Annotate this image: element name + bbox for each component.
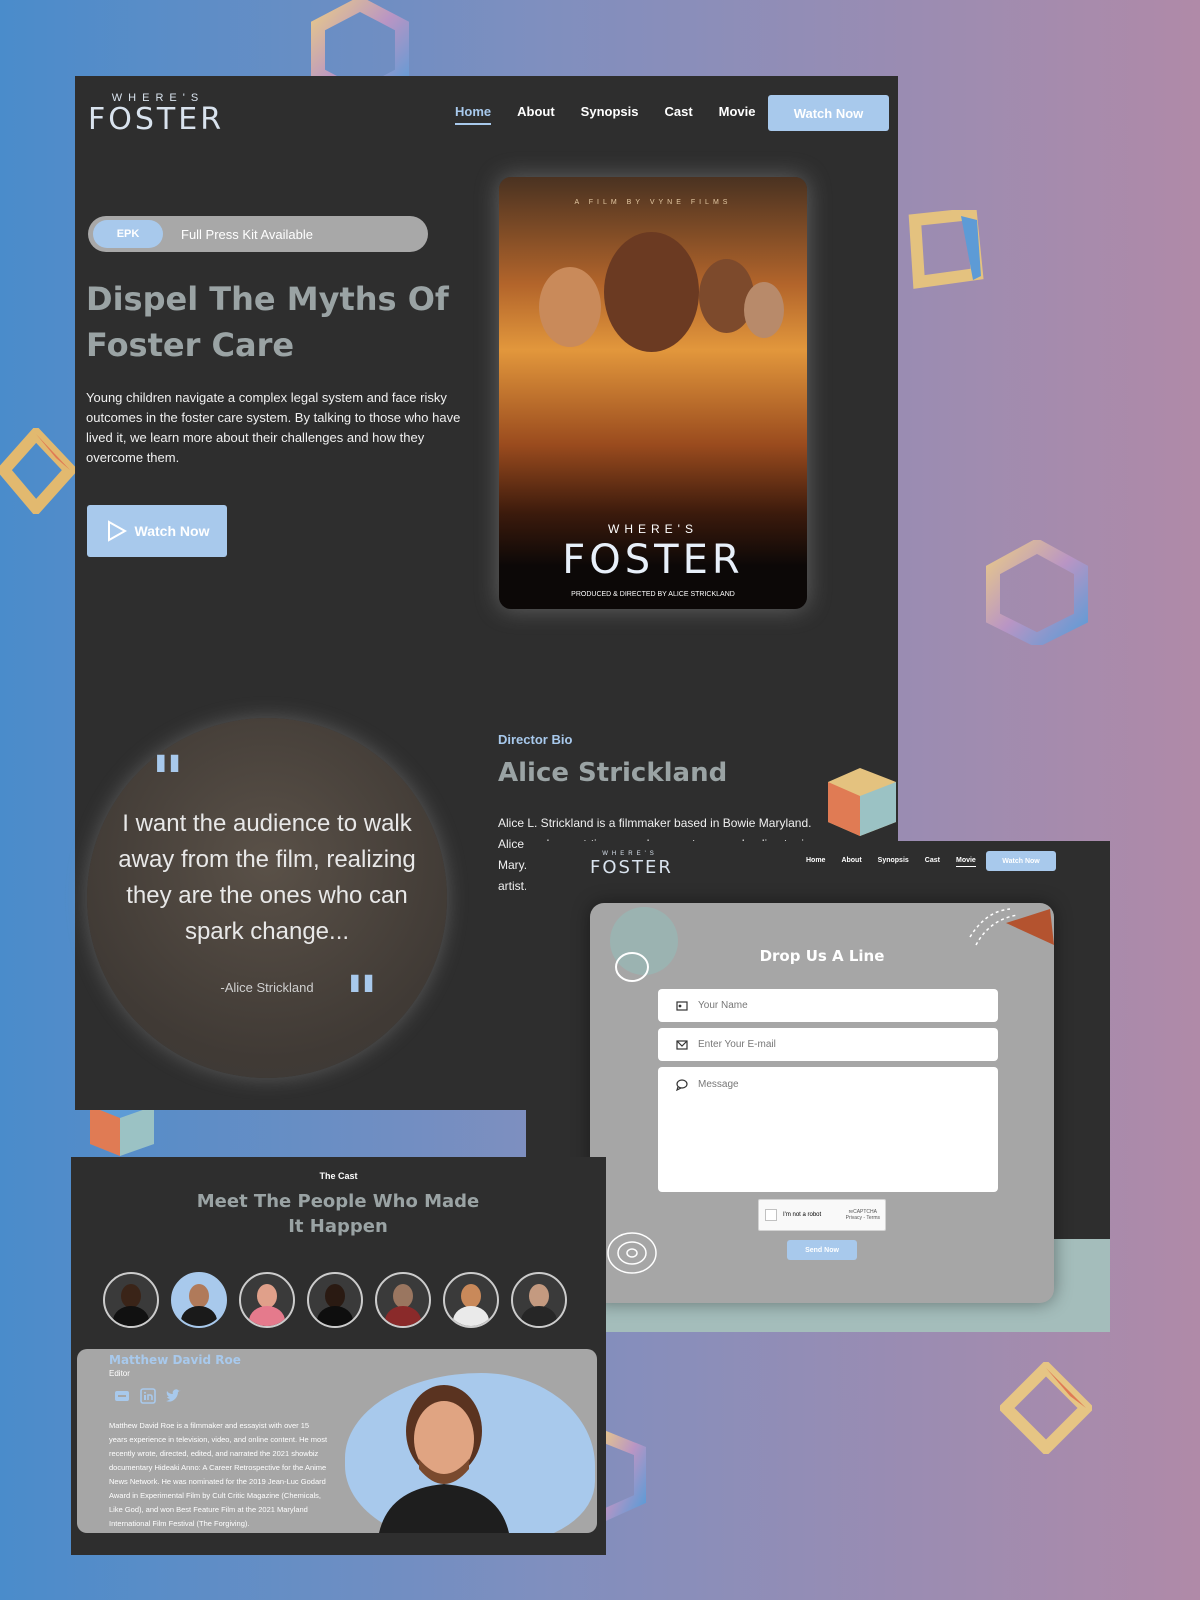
contact-site-logo[interactable]: WHERE'S FOSTER bbox=[590, 851, 673, 878]
contact-page-panel: WHERE'S FOSTER Home About Synopsis Cast … bbox=[526, 841, 1110, 1332]
cast-detail-card: Matthew David Roe Editor Matthew David R… bbox=[77, 1349, 597, 1533]
contact-nav-cast[interactable]: Cast bbox=[925, 857, 940, 867]
chat-bubble-icon bbox=[676, 1079, 688, 1091]
cast-avatar[interactable] bbox=[103, 1272, 159, 1328]
id-card-icon bbox=[676, 1000, 688, 1011]
cast-tag: The Cast bbox=[319, 1171, 358, 1181]
poster-credit: A FILM BY VYNE FILMS bbox=[574, 199, 732, 206]
hero-description: Young children navigate a complex legal … bbox=[86, 390, 461, 465]
name-placeholder: Your Name bbox=[698, 1000, 748, 1011]
cast-avatar[interactable] bbox=[239, 1272, 295, 1328]
contact-nav-about[interactable]: About bbox=[841, 857, 861, 867]
cast-member-bio: Matthew David Roe is a filmmaker and ess… bbox=[109, 1421, 328, 1528]
movie-poster: A FILM BY VYNE FILMS WHERE'S FOSTER PROD… bbox=[499, 177, 807, 609]
recaptcha-widget[interactable]: I'm not a robot reCAPTCHA Privacy - Term… bbox=[758, 1199, 886, 1231]
poster-face-center bbox=[604, 232, 699, 352]
epk-badge: EPK bbox=[93, 220, 163, 248]
director-bio-tag: Director Bio bbox=[498, 732, 573, 747]
contact-watch-now-button[interactable]: Watch Now bbox=[986, 851, 1056, 871]
close-quote-icon: " bbox=[345, 962, 379, 1037]
cube-deco-main bbox=[828, 768, 896, 836]
nav-watch-now-button[interactable]: Watch Now bbox=[768, 95, 889, 131]
quote-text: I want the audience to walk away from th… bbox=[118, 810, 416, 945]
poster-producer: PRODUCED & DIRECTED BY ALICE STRICKLAND bbox=[571, 591, 735, 598]
director-name: Alice Strickland bbox=[498, 758, 728, 788]
poster-face-left bbox=[539, 267, 601, 347]
contact-nav: Home About Synopsis Cast Movie bbox=[806, 857, 976, 867]
envelope-icon bbox=[676, 1039, 688, 1050]
blob-deco-top-left bbox=[610, 907, 678, 982]
cast-avatar[interactable] bbox=[375, 1272, 431, 1328]
main-nav: Home About Synopsis Cast Movie bbox=[455, 104, 756, 125]
cast-member-name: Matthew David Roe bbox=[109, 1353, 241, 1367]
contact-logo-big: FOSTER bbox=[590, 857, 673, 878]
cast-avatar-list bbox=[103, 1272, 567, 1328]
cast-page-panel: The Cast Meet The People Who Made It Hap… bbox=[71, 1157, 606, 1555]
hexagon-deco-right bbox=[986, 540, 1088, 645]
nav-home[interactable]: Home bbox=[455, 104, 492, 125]
send-now-button[interactable]: Send Now bbox=[787, 1240, 857, 1260]
hero-watch-label: Watch Now bbox=[134, 523, 210, 539]
square-deco-right bbox=[908, 210, 984, 289]
recaptcha-links[interactable]: Privacy - Terms bbox=[846, 1215, 880, 1221]
hexagon-deco-bottom bbox=[600, 1428, 646, 1524]
poster-title-big: FOSTER bbox=[562, 537, 744, 583]
director-quote: " I want the audience to walk away from … bbox=[87, 718, 447, 1078]
website-icon[interactable] bbox=[113, 1387, 131, 1405]
form-title: Drop Us A Line bbox=[759, 947, 885, 965]
hero-watch-now-button[interactable]: Watch Now bbox=[87, 505, 227, 557]
cast-avatar[interactable] bbox=[443, 1272, 499, 1328]
contact-nav-synopsis[interactable]: Synopsis bbox=[878, 857, 909, 867]
contact-nav-home[interactable]: Home bbox=[806, 857, 825, 867]
epk-banner[interactable]: EPK Full Press Kit Available bbox=[88, 216, 428, 252]
quote-author: -Alice Strickland bbox=[220, 980, 314, 995]
email-placeholder: Enter Your E-mail bbox=[698, 1039, 776, 1050]
poster-title-small: WHERE'S bbox=[608, 522, 698, 536]
play-icon bbox=[107, 520, 127, 542]
recaptcha-logo: reCAPTCHA Privacy - Terms bbox=[846, 1209, 880, 1221]
logo-big-text: FOSTER bbox=[88, 102, 225, 137]
contact-nav-movie[interactable]: Movie bbox=[955, 857, 976, 867]
nav-cast[interactable]: Cast bbox=[664, 104, 692, 125]
swirl-deco-bottom-left bbox=[607, 1232, 657, 1274]
cast-avatar[interactable] bbox=[307, 1272, 363, 1328]
contact-form-card: Drop Us A Line Your Name Enter Your E-ma… bbox=[590, 903, 1054, 1303]
linkedin-icon[interactable] bbox=[139, 1387, 157, 1405]
site-logo[interactable]: WHERE'S FOSTER bbox=[88, 92, 228, 137]
email-field[interactable]: Enter Your E-mail bbox=[658, 1028, 998, 1061]
message-field[interactable]: Message bbox=[658, 1067, 998, 1192]
cast-title: Meet The People Who Made It Happen bbox=[196, 1191, 480, 1237]
diamond-deco-left bbox=[0, 428, 76, 514]
square-deco-bottom-right bbox=[1000, 1362, 1092, 1454]
recaptcha-label: I'm not a robot bbox=[783, 1212, 822, 1218]
poster-face-far-right bbox=[744, 282, 784, 338]
epk-text: Full Press Kit Available bbox=[181, 226, 313, 242]
cast-avatar[interactable] bbox=[511, 1272, 567, 1328]
social-links bbox=[113, 1387, 183, 1405]
nav-movie[interactable]: Movie bbox=[719, 104, 756, 125]
nav-about[interactable]: About bbox=[517, 104, 555, 125]
twitter-icon[interactable] bbox=[165, 1387, 183, 1405]
cast-avatar-selected[interactable] bbox=[171, 1272, 227, 1328]
name-field[interactable]: Your Name bbox=[658, 989, 998, 1022]
hero-title: Dispel The Myths Of Foster Care bbox=[86, 280, 449, 364]
cast-member-portrait bbox=[379, 1385, 509, 1533]
cast-member-role: Editor bbox=[109, 1369, 130, 1378]
recaptcha-checkbox[interactable] bbox=[765, 1209, 777, 1221]
message-placeholder: Message bbox=[698, 1079, 739, 1090]
nav-synopsis[interactable]: Synopsis bbox=[581, 104, 639, 125]
